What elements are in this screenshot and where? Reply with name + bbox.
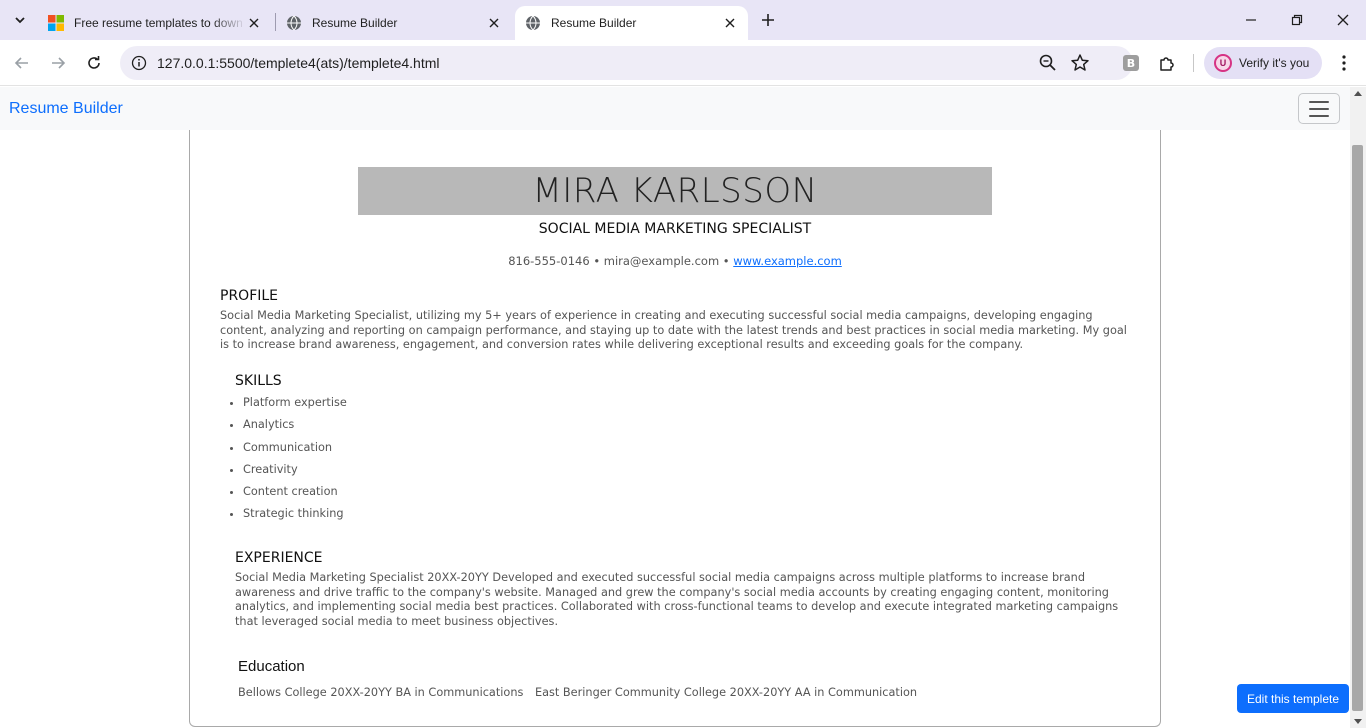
url-text[interactable]: 127.0.0.1:5500/templete4(ats)/templete4.… bbox=[157, 55, 440, 71]
education-list: Bellows College 20XX-20YY BA in Communic… bbox=[238, 686, 917, 699]
site-info-icon[interactable] bbox=[128, 52, 150, 74]
edit-template-button[interactable]: Edit this templete bbox=[1237, 684, 1349, 713]
close-tab-icon[interactable] bbox=[486, 15, 502, 31]
resume-name: MIRA KARLSSON bbox=[358, 167, 992, 215]
globe-icon bbox=[526, 15, 540, 31]
education-item: East Beringer Community College 20XX-20Y… bbox=[534, 686, 918, 699]
skill-item: Analytics bbox=[243, 417, 347, 439]
skill-item: Communication bbox=[243, 440, 347, 462]
experience-heading: EXPERIENCE bbox=[235, 550, 323, 566]
skill-item: Creativity bbox=[243, 462, 347, 484]
tab-resume-builder[interactable]: Resume Builder bbox=[276, 6, 512, 40]
address-bar[interactable]: 127.0.0.1:5500/templete4(ats)/templete4.… bbox=[120, 46, 1133, 80]
profile-label: Verify it's you bbox=[1239, 56, 1310, 70]
close-icon bbox=[1337, 14, 1349, 26]
close-tab-icon[interactable] bbox=[722, 15, 738, 31]
extension-b-icon[interactable]: B bbox=[1120, 52, 1142, 74]
reload-button[interactable] bbox=[80, 49, 108, 77]
website-link[interactable]: www.example.com bbox=[733, 254, 842, 268]
tab-title: Resume Builder bbox=[551, 16, 637, 30]
site-navbar: Resume Builder bbox=[0, 87, 1350, 130]
tab-resume-templates[interactable]: Free resume templates to down bbox=[38, 6, 272, 40]
plus-icon bbox=[762, 14, 774, 26]
skills-list: Platform expertise Analytics Communicati… bbox=[243, 395, 347, 529]
navbar-toggler-button[interactable] bbox=[1298, 93, 1340, 124]
hamburger-icon bbox=[1309, 114, 1329, 117]
back-button[interactable] bbox=[8, 49, 36, 77]
arrow-left-icon bbox=[14, 57, 28, 69]
hamburger-icon bbox=[1309, 100, 1329, 103]
close-window-button[interactable] bbox=[1320, 0, 1366, 40]
tab-title: Free resume templates to down bbox=[74, 16, 243, 30]
toolbar-divider bbox=[1193, 54, 1194, 72]
avatar: U bbox=[1214, 54, 1232, 72]
bookmark-star-icon[interactable] bbox=[1070, 53, 1090, 73]
skills-heading: SKILLS bbox=[235, 373, 282, 389]
profile-button[interactable]: U Verify it's you bbox=[1204, 47, 1322, 79]
resume-contact: 816-555-0146 • mira@example.com • www.ex… bbox=[190, 254, 1160, 268]
scroll-down-arrow-icon[interactable] bbox=[1354, 719, 1362, 724]
browser-toolbar: 127.0.0.1:5500/templete4(ats)/templete4.… bbox=[0, 40, 1366, 86]
extensions-puzzle-icon[interactable] bbox=[1156, 52, 1178, 74]
zoom-icon[interactable] bbox=[1038, 53, 1058, 73]
skill-item: Content creation bbox=[243, 484, 347, 506]
hamburger-icon bbox=[1309, 107, 1329, 110]
tab-resume-builder-active[interactable]: Resume Builder bbox=[515, 6, 748, 40]
globe-icon bbox=[287, 15, 301, 31]
arrow-right-icon bbox=[52, 57, 66, 69]
resume-job-title: SOCIAL MEDIA MARKETING SPECIALIST bbox=[538, 221, 812, 237]
contact-text: 816-555-0146 • mira@example.com • bbox=[508, 254, 730, 268]
tab-search-button[interactable] bbox=[6, 6, 34, 34]
education-heading: Education bbox=[238, 658, 305, 675]
resume-card: MIRA KARLSSON SOCIAL MEDIA MARKETING SPE… bbox=[189, 127, 1161, 727]
browser-tab-strip: Free resume templates to down Resume Bui… bbox=[0, 0, 1366, 40]
brand-link[interactable]: Resume Builder bbox=[9, 100, 123, 118]
education-item: Bellows College 20XX-20YY BA in Communic… bbox=[238, 686, 524, 699]
page-viewport: MIRA KARLSSON SOCIAL MEDIA MARKETING SPE… bbox=[0, 87, 1366, 728]
chevron-down-icon bbox=[15, 17, 25, 24]
skill-item: Strategic thinking bbox=[243, 506, 347, 528]
more-vert-icon bbox=[1342, 55, 1346, 71]
close-tab-icon[interactable] bbox=[246, 15, 262, 31]
skill-item: Platform expertise bbox=[243, 395, 347, 417]
scroll-up-arrow-icon[interactable] bbox=[1354, 91, 1362, 96]
reload-icon bbox=[88, 56, 100, 69]
page-scrollbar[interactable] bbox=[1350, 87, 1366, 728]
profile-heading: PROFILE bbox=[220, 288, 279, 304]
minimize-button[interactable] bbox=[1228, 0, 1274, 40]
forward-button[interactable] bbox=[44, 49, 72, 77]
restore-button[interactable] bbox=[1274, 0, 1320, 40]
new-tab-button[interactable] bbox=[756, 8, 780, 32]
browser-menu-button[interactable] bbox=[1334, 52, 1354, 74]
experience-text: Social Media Marketing Specialist 20XX-2… bbox=[235, 571, 1119, 629]
profile-text: Social Media Marketing Specialist, utili… bbox=[220, 309, 1127, 352]
minimize-icon bbox=[1246, 19, 1256, 21]
tab-title: Resume Builder bbox=[312, 16, 398, 30]
microsoft-logo-icon bbox=[48, 15, 64, 31]
svg-text:B: B bbox=[1127, 57, 1135, 70]
restore-icon bbox=[1291, 14, 1303, 26]
scrollbar-thumb[interactable] bbox=[1352, 145, 1363, 711]
